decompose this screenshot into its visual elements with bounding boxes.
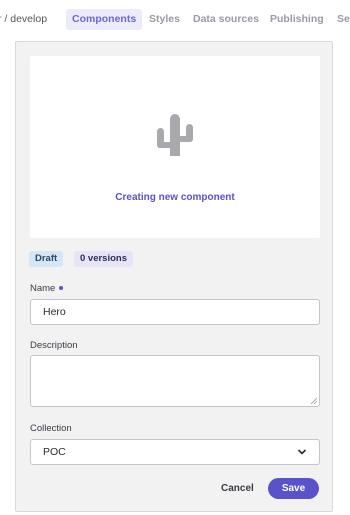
new-component-panel: Creating new component Draft 0 versions … bbox=[15, 41, 333, 512]
name-label-text: Name bbox=[30, 283, 56, 294]
tab-components[interactable]: Components bbox=[66, 9, 143, 30]
collection-select[interactable]: POC bbox=[30, 439, 320, 465]
name-input[interactable]: Hero bbox=[30, 299, 320, 325]
chevron-down-icon bbox=[297, 449, 307, 455]
versions-badge[interactable]: 0 versions bbox=[74, 251, 133, 267]
description-textarea[interactable] bbox=[30, 355, 320, 407]
name-label: Name bbox=[30, 283, 64, 294]
collection-label: Collection bbox=[30, 423, 72, 434]
description-label: Description bbox=[30, 340, 78, 351]
cactus-icon bbox=[157, 114, 193, 162]
tab-styles[interactable]: Styles bbox=[149, 9, 180, 30]
save-button[interactable]: Save bbox=[268, 478, 319, 499]
required-indicator bbox=[59, 286, 64, 291]
tab-data-sources[interactable]: Data sources bbox=[193, 9, 259, 30]
status-badge: Draft bbox=[29, 251, 64, 267]
breadcrumb[interactable]: r / develop bbox=[0, 9, 47, 30]
collection-value: POC bbox=[43, 446, 66, 458]
tab-settings[interactable]: Set bbox=[337, 9, 350, 30]
tab-publishing[interactable]: Publishing bbox=[270, 9, 324, 30]
top-navigation: r / develop Components Styles Data sourc… bbox=[0, 0, 350, 40]
resize-grip-icon[interactable] bbox=[310, 397, 317, 404]
cancel-button[interactable]: Cancel bbox=[221, 479, 254, 499]
preview-caption: Creating new component bbox=[115, 192, 235, 203]
component-preview: Creating new component bbox=[30, 56, 320, 238]
